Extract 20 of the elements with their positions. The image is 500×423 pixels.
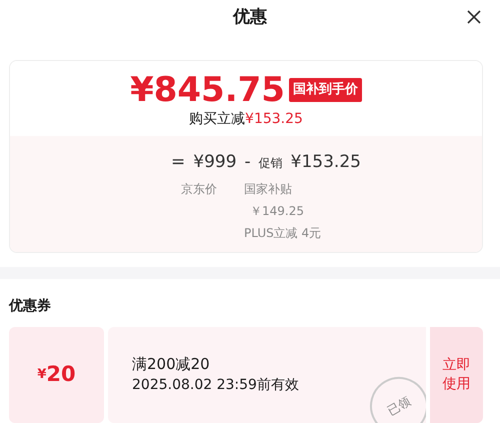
equals-sign: = <box>171 151 186 174</box>
promo-detail: PLUS立减 4元 <box>244 224 322 242</box>
promo-amount: ¥153.25 <box>290 151 361 174</box>
close-icon[interactable] <box>466 9 482 25</box>
base-caption: 京东价 <box>180 180 218 198</box>
subsidy-amount: ￥149.25 <box>249 202 306 220</box>
coupon-validity: 2025.08.02 23:59前有效 <box>132 376 299 396</box>
dialog-title: 优惠 <box>233 6 267 30</box>
section-title: 优惠券 <box>9 296 52 316</box>
saving-label: 购买立减 <box>189 110 246 129</box>
final-price: ¥845.75 <box>130 73 285 107</box>
minus-sign: - <box>244 151 251 174</box>
saving-amount: ¥153.25 <box>245 110 303 129</box>
use-now-button[interactable]: 立即使用 <box>430 326 483 422</box>
coupon-value: ¥20 <box>9 326 104 422</box>
promo-detail: 国家补贴 <box>244 180 294 198</box>
subsidy-tag: 国补到手价 <box>288 78 362 102</box>
promo-label: 促销 <box>258 155 283 172</box>
coupon-rule: 满200减20 <box>132 354 210 375</box>
base-price: ¥999 <box>193 151 237 174</box>
